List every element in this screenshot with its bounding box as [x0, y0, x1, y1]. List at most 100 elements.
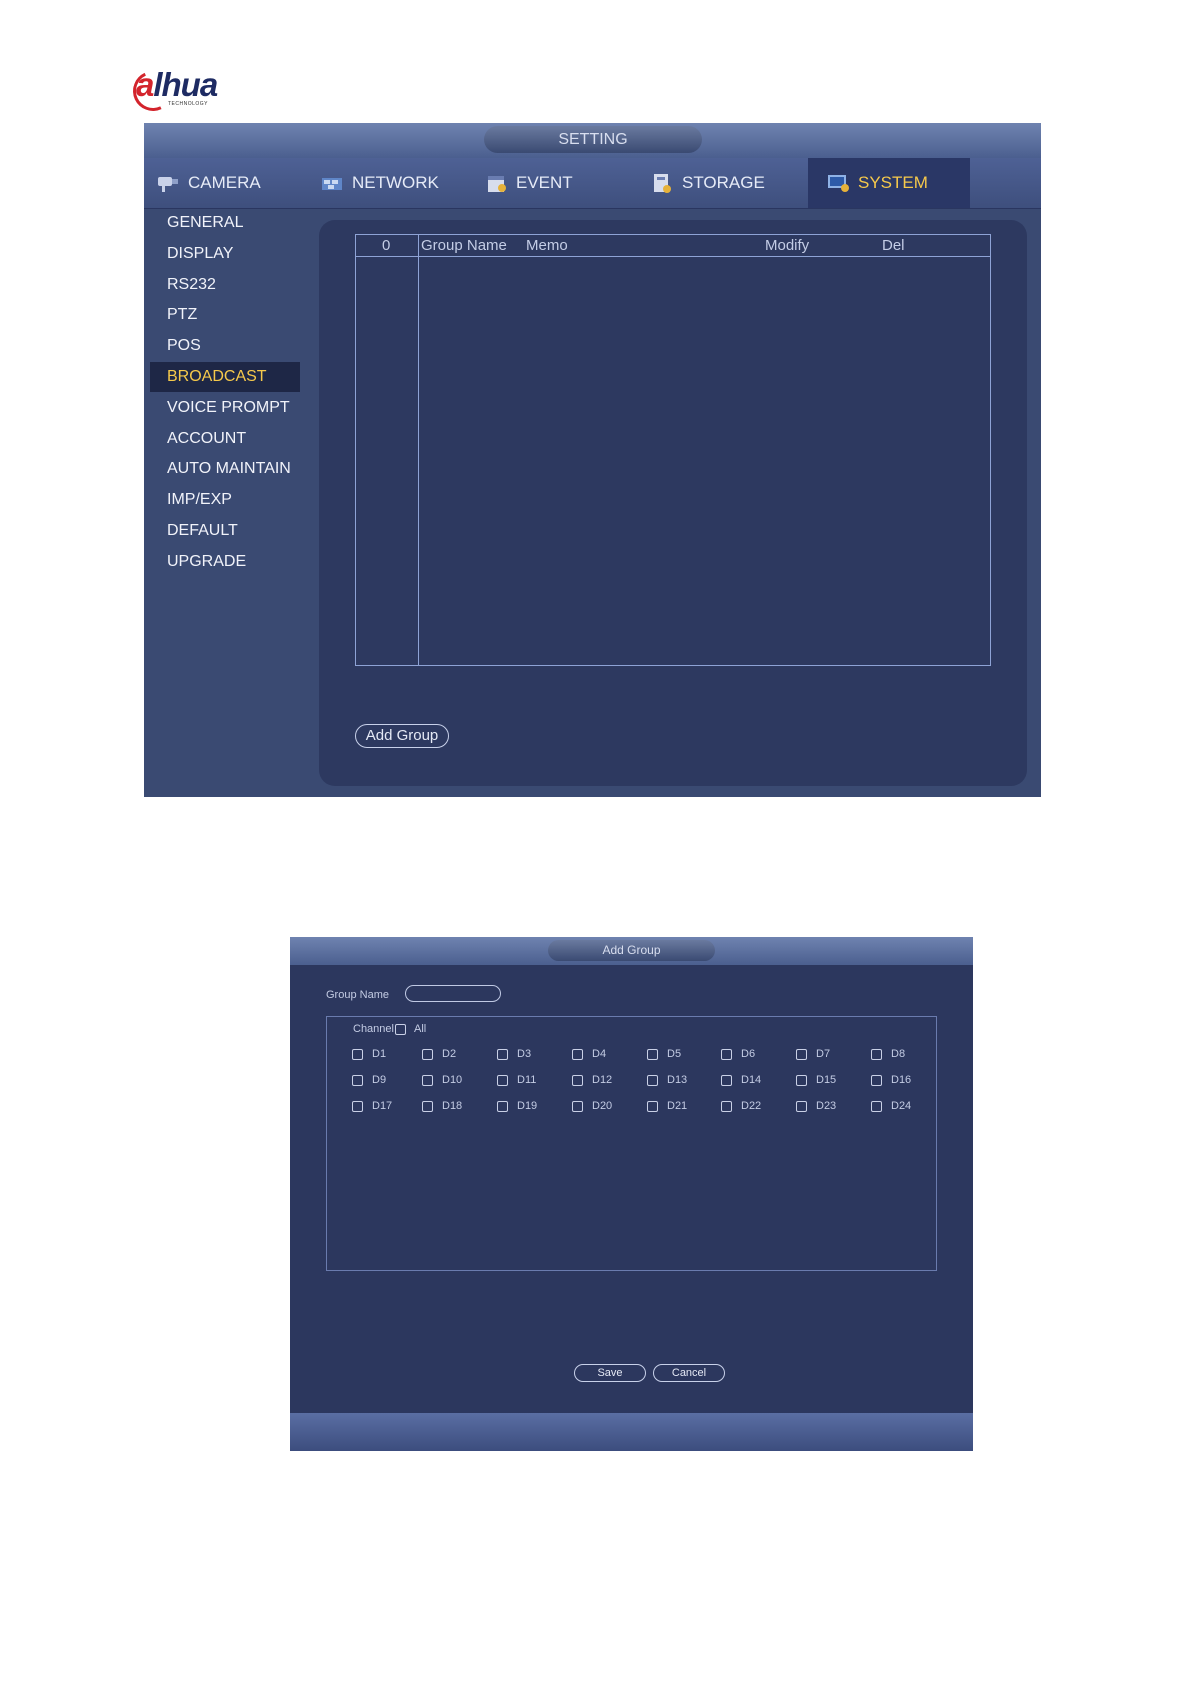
sidebar-item-general[interactable]: GENERAL — [150, 208, 300, 238]
sidebar-item-imp-exp[interactable]: IMP/EXP — [150, 485, 300, 515]
channel-checkbox-d19[interactable]: D19 — [497, 1097, 567, 1115]
table-divider — [418, 235, 419, 665]
channel-checkbox-d9[interactable]: D9 — [352, 1071, 422, 1089]
settings-sidebar: GENERAL DISPLAY RS232 PTZ POS BROADCAST … — [144, 208, 304, 797]
checkbox[interactable] — [871, 1048, 882, 1060]
channel-label: D22 — [741, 1100, 762, 1112]
channel-checkbox-d4[interactable]: D4 — [572, 1045, 642, 1063]
sidebar-item-default[interactable]: DEFAULT — [150, 516, 300, 546]
checkbox[interactable] — [352, 1100, 363, 1112]
channel-checkbox-d18[interactable]: D18 — [422, 1097, 492, 1115]
sidebar-item-upgrade[interactable]: UPGRADE — [150, 547, 300, 577]
checkbox[interactable] — [352, 1048, 363, 1060]
channel-checkbox-d16[interactable]: D16 — [871, 1071, 941, 1089]
tab-label: EVENT — [516, 173, 573, 192]
tab-label: SYSTEM — [858, 173, 928, 192]
group-name-input[interactable] — [405, 985, 501, 1002]
checkbox[interactable] — [871, 1074, 882, 1086]
save-button[interactable]: Save — [574, 1364, 646, 1382]
checkbox[interactable] — [647, 1048, 658, 1060]
sidebar-item-account[interactable]: ACCOUNT — [150, 424, 300, 454]
channel-checkbox-d23[interactable]: D23 — [796, 1097, 866, 1115]
checkbox[interactable] — [721, 1048, 732, 1060]
sidebar-item-display[interactable]: DISPLAY — [150, 239, 300, 269]
window-title: SETTING — [484, 126, 702, 153]
tab-storage[interactable]: STORAGE — [650, 158, 800, 208]
col-memo: Memo — [526, 237, 568, 254]
channel-label: D6 — [741, 1048, 756, 1060]
channel-checkbox-d22[interactable]: D22 — [721, 1097, 791, 1115]
channel-checkbox-d20[interactable]: D20 — [572, 1097, 642, 1115]
checkbox[interactable] — [721, 1100, 732, 1112]
channel-checkbox-d8[interactable]: D8 — [871, 1045, 941, 1063]
cancel-button[interactable]: Cancel — [653, 1364, 725, 1382]
checkbox[interactable] — [721, 1074, 732, 1086]
channel-label: D19 — [517, 1100, 538, 1112]
checkbox[interactable] — [647, 1074, 658, 1086]
broadcast-panel: 0 Group Name Memo Modify Del Add Group — [319, 220, 1027, 786]
checkbox[interactable] — [796, 1074, 807, 1086]
dialog-titlebar: Add Group — [290, 937, 973, 965]
channel-label: D3 — [517, 1048, 532, 1060]
channel-checkbox-d7[interactable]: D7 — [796, 1045, 866, 1063]
channel-checkbox-d3[interactable]: D3 — [497, 1045, 567, 1063]
checkbox[interactable] — [796, 1048, 807, 1060]
add-group-button[interactable]: Add Group — [355, 724, 449, 748]
tab-label: NETWORK — [352, 173, 439, 192]
sidebar-item-broadcast[interactable]: BROADCAST — [150, 362, 300, 392]
sidebar-item-pos[interactable]: POS — [150, 331, 300, 361]
channel-checkbox-d12[interactable]: D12 — [572, 1071, 642, 1089]
tab-camera[interactable]: CAMERA — [156, 158, 306, 208]
network-icon — [322, 178, 342, 190]
sidebar-item-rs232[interactable]: RS232 — [150, 270, 300, 300]
channel-checkbox-d2[interactable]: D2 — [422, 1045, 492, 1063]
checkbox[interactable] — [871, 1100, 882, 1112]
checkbox[interactable] — [497, 1048, 508, 1060]
channel-label: D14 — [741, 1074, 762, 1086]
channel-label: D7 — [816, 1048, 831, 1060]
col-modify: Modify — [765, 237, 810, 254]
tab-event[interactable]: EVENT — [484, 158, 634, 208]
sidebar-item-ptz[interactable]: PTZ — [150, 300, 300, 330]
checkbox[interactable] — [647, 1100, 658, 1112]
channel-label: D17 — [372, 1100, 393, 1112]
checkbox[interactable] — [422, 1100, 433, 1112]
channel-label: D4 — [592, 1048, 607, 1060]
channel-label: D20 — [592, 1100, 613, 1112]
tab-label: CAMERA — [188, 173, 261, 192]
channel-label: D12 — [592, 1074, 613, 1086]
channel-checkbox-d15[interactable]: D15 — [796, 1071, 866, 1089]
channel-checkbox-d5[interactable]: D5 — [647, 1045, 717, 1063]
tab-network[interactable]: NETWORK — [320, 158, 470, 208]
add-group-dialog: Add Group Group Name Channel All D1 D2 D3 D… — [290, 937, 973, 1451]
channel-panel: Channel All D1 D2 D3 D4 D5 D6 D7 D8 D9 D10 D11 D12 D… — [326, 1016, 937, 1271]
checkbox[interactable] — [572, 1074, 583, 1086]
channel-checkbox-d24[interactable]: D24 — [871, 1097, 941, 1115]
checkbox[interactable] — [572, 1100, 583, 1112]
channel-label: D8 — [891, 1048, 906, 1060]
checkbox[interactable] — [497, 1074, 508, 1086]
channel-checkbox-d10[interactable]: D10 — [422, 1071, 492, 1089]
checkbox[interactable] — [572, 1048, 583, 1060]
checkbox[interactable] — [422, 1074, 433, 1086]
channel-checkbox-d11[interactable]: D11 — [497, 1071, 567, 1089]
all-checkbox[interactable] — [394, 1023, 406, 1035]
group-table: 0 Group Name Memo Modify Del — [355, 234, 991, 666]
channel-checkbox-d21[interactable]: D21 — [647, 1097, 717, 1115]
checkbox[interactable] — [497, 1100, 508, 1112]
camera-icon — [158, 177, 178, 192]
tab-system[interactable]: SYSTEM — [808, 158, 970, 208]
channel-label: D11 — [517, 1074, 537, 1086]
col-del: Del — [882, 237, 905, 254]
channel-checkbox-d1[interactable]: D1 — [352, 1045, 422, 1063]
checkbox[interactable] — [422, 1048, 433, 1060]
channel-label: D13 — [667, 1074, 688, 1086]
checkbox[interactable] — [796, 1100, 807, 1112]
channel-checkbox-d13[interactable]: D13 — [647, 1071, 717, 1089]
checkbox[interactable] — [352, 1074, 363, 1086]
sidebar-item-voice-prompt[interactable]: VOICE PROMPT — [150, 393, 300, 423]
channel-checkbox-d6[interactable]: D6 — [721, 1045, 791, 1063]
sidebar-item-auto-maintain[interactable]: AUTO MAINTAIN — [150, 454, 300, 484]
channel-checkbox-d17[interactable]: D17 — [352, 1097, 422, 1115]
channel-checkbox-d14[interactable]: D14 — [721, 1071, 791, 1089]
